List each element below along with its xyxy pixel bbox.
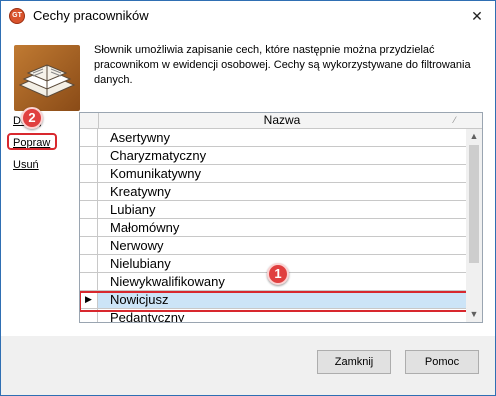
step-2-badge: 2: [21, 107, 43, 129]
grid-header: Nazwa ⁄: [80, 113, 482, 129]
row-indicator: [80, 201, 98, 218]
edit-link-highlight: [7, 133, 57, 150]
row-name-cell[interactable]: Charyzmatyczny: [110, 147, 206, 164]
close-button[interactable]: Zamknij: [317, 350, 391, 374]
row-name-cell[interactable]: Komunikatywny: [110, 165, 201, 182]
row-name-cell[interactable]: Lubiany: [110, 201, 156, 218]
table-row[interactable]: Lubiany: [80, 201, 466, 219]
description-text: Słownik umożliwia zapisanie cech, które …: [94, 44, 471, 86]
sort-icon: ⁄: [454, 115, 456, 125]
table-row[interactable]: Kreatywny: [80, 183, 466, 201]
row-name-cell[interactable]: Niewykwalifikowany: [110, 273, 225, 290]
table-row[interactable]: Nerwowy: [80, 237, 466, 255]
row-indicator: [80, 255, 98, 272]
table-row[interactable]: Małomówny: [80, 219, 466, 237]
app-icon: GT: [9, 8, 25, 24]
table-row[interactable]: Charyzmatyczny: [80, 147, 466, 165]
column-header-nazwa[interactable]: Nazwa: [98, 113, 466, 128]
delete-link[interactable]: Usuń: [13, 159, 39, 171]
row-indicator: [80, 273, 98, 290]
header-corner: [80, 113, 99, 128]
title-bar: GT Cechy pracowników ✕: [1, 1, 495, 31]
dialog-content: Słownik umożliwia zapisanie cech, które …: [1, 31, 495, 336]
dialog-window: GT Cechy pracowników ✕ Słownik umożliwia…: [0, 0, 496, 396]
books-logo: [14, 45, 80, 111]
row-indicator: [80, 165, 98, 182]
row-indicator: [80, 129, 98, 146]
traits-grid[interactable]: Nazwa ⁄ Asertywny Charyzmatyczny Komunikat…: [79, 112, 483, 323]
row-indicator: [80, 147, 98, 164]
row-indicator: [80, 183, 98, 200]
table-row[interactable]: Asertywny: [80, 129, 466, 147]
help-button[interactable]: Pomoc: [405, 350, 479, 374]
row-name-cell[interactable]: Małomówny: [110, 219, 179, 236]
table-row[interactable]: Komunikatywny: [80, 165, 466, 183]
vertical-scrollbar[interactable]: ▲ ▼: [466, 129, 482, 322]
step-1-badge: 1: [267, 263, 289, 285]
row-indicator: [80, 237, 98, 254]
row-name-cell[interactable]: Kreatywny: [110, 183, 171, 200]
button-bar: Zamknij Pomoc: [1, 336, 495, 395]
scroll-thumb[interactable]: [469, 145, 479, 263]
row-indicator: [80, 219, 98, 236]
scroll-down-icon[interactable]: ▼: [466, 307, 482, 322]
close-icon[interactable]: ✕: [467, 6, 487, 26]
row-name-cell[interactable]: Asertywny: [110, 129, 170, 146]
selected-row-highlight: [80, 291, 469, 312]
row-name-cell[interactable]: Nielubiany: [110, 255, 171, 272]
scroll-up-icon[interactable]: ▲: [466, 129, 482, 144]
window-title: Cechy pracowników: [33, 8, 149, 23]
row-name-cell[interactable]: Nerwowy: [110, 237, 163, 254]
